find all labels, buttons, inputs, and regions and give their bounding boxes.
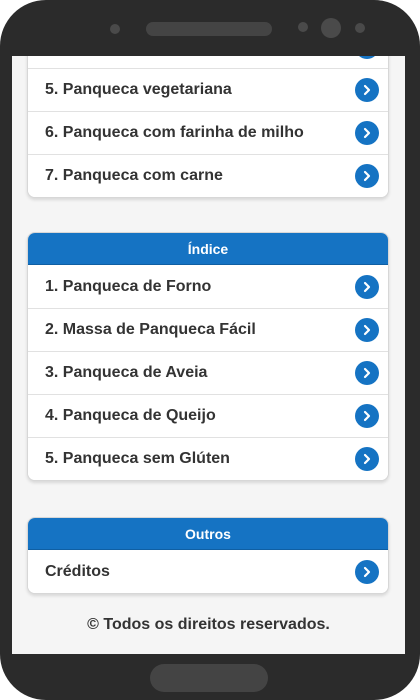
- sensor-dot: [110, 24, 120, 34]
- chevron-right-icon[interactable]: [355, 559, 379, 584]
- chevron-right-icon[interactable]: [355, 121, 379, 145]
- chevron-right-icon[interactable]: [355, 164, 379, 188]
- sensor-dot: [355, 23, 365, 33]
- list-item-label: 6. Panqueca com farinha de milho: [45, 124, 304, 141]
- list-item-label: 5. Panqueca sem Glúten: [45, 450, 230, 467]
- list-item-recipe-5[interactable]: 5. Panqueca vegetariana: [28, 68, 388, 111]
- chevron-right-icon[interactable]: [355, 447, 379, 471]
- phone-top-bezel: [0, 0, 420, 56]
- others-item-credits[interactable]: Créditos: [28, 550, 388, 593]
- list-item-label: 4. Panqueca de Queijo: [45, 407, 216, 424]
- list-item-partial[interactable]: [28, 56, 388, 68]
- list-item-label: 7. Panqueca com carne: [45, 167, 223, 184]
- sensor-dot: [298, 22, 308, 32]
- index-item-5[interactable]: 5. Panqueca sem Glúten: [28, 437, 388, 480]
- front-camera: [321, 18, 341, 38]
- index-item-2[interactable]: 2. Massa de Panqueca Fácil: [28, 308, 388, 351]
- others-header: Outros: [28, 518, 388, 550]
- copyright-footer: © Todos os direitos reservados.: [87, 616, 330, 633]
- earpiece-speaker: [146, 22, 272, 36]
- list-item-label: 5. Panqueca vegetariana: [45, 81, 232, 98]
- list-item-label: 3. Panqueca de Aveia: [45, 364, 208, 381]
- list-item-label: 1. Panqueca de Forno: [45, 277, 212, 295]
- chevron-right-icon[interactable]: [355, 56, 379, 59]
- list-item-label: Créditos: [45, 562, 110, 580]
- index-item-4[interactable]: 4. Panqueca de Queijo: [28, 394, 388, 437]
- others-card: Outros Créditos: [27, 517, 389, 594]
- index-card: Índice 1. Panqueca de Forno 2. Massa de …: [27, 232, 389, 481]
- chevron-right-icon[interactable]: [355, 274, 379, 299]
- list-item-recipe-6[interactable]: 6. Panqueca com farinha de milho: [28, 111, 388, 154]
- home-button[interactable]: [150, 664, 268, 692]
- recipes-list-card: 5. Panqueca vegetariana 6. Panqueca com …: [27, 56, 389, 198]
- index-item-1[interactable]: 1. Panqueca de Forno: [28, 265, 388, 308]
- chevron-right-icon[interactable]: [355, 404, 379, 428]
- chevron-right-icon[interactable]: [355, 361, 379, 385]
- index-header: Índice: [28, 233, 388, 265]
- index-item-3[interactable]: 3. Panqueca de Aveia: [28, 351, 388, 394]
- chevron-right-icon[interactable]: [355, 78, 379, 102]
- phone-frame: 5. Panqueca vegetariana 6. Panqueca com …: [0, 0, 420, 700]
- chevron-right-icon[interactable]: [355, 318, 379, 342]
- app-screen: 5. Panqueca vegetariana 6. Panqueca com …: [12, 56, 405, 654]
- list-item-label: 2. Massa de Panqueca Fácil: [45, 321, 256, 338]
- list-item-recipe-7[interactable]: 7. Panqueca com carne: [28, 154, 388, 197]
